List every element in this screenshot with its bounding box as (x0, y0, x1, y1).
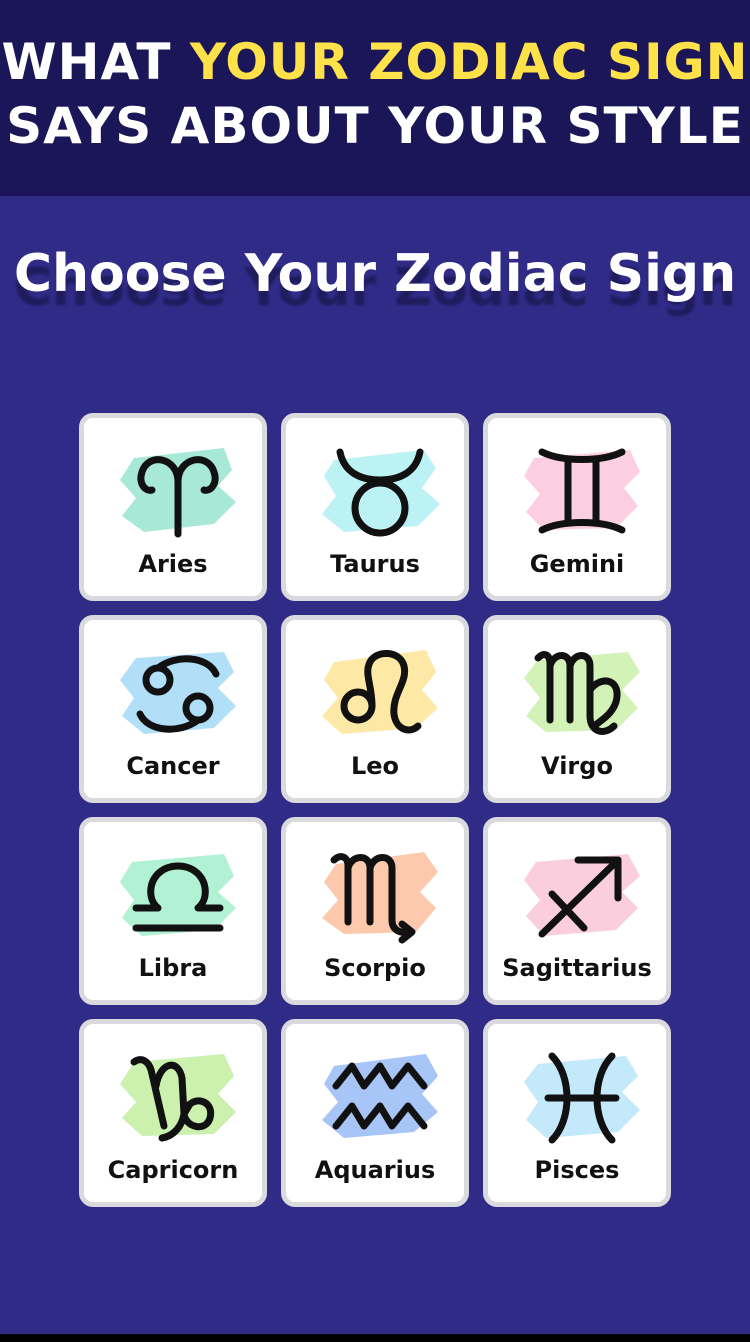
header-title-highlight: YOUR ZODIAC SIGN (189, 33, 749, 91)
sign-card-aquarius[interactable]: Aquarius (281, 1019, 469, 1207)
aquarius-icon (332, 1062, 428, 1130)
sign-label: Capricorn (107, 1156, 239, 1184)
leo-icon (340, 650, 422, 734)
sign-label: Pisces (534, 1156, 620, 1184)
sign-label: Aquarius (314, 1156, 436, 1184)
sign-label: Aries (138, 550, 208, 578)
sagittarius-icon (538, 856, 622, 938)
sign-label: Cancer (126, 752, 220, 780)
header-title-prefix: WHAT (1, 33, 190, 91)
sign-card-taurus[interactable]: Taurus (281, 413, 469, 601)
header-title-line-2: SAYS ABOUT YOUR STYLE (6, 97, 744, 155)
sign-card-libra[interactable]: Libra (79, 817, 267, 1005)
sign-card-leo[interactable]: Leo (281, 615, 469, 803)
sign-card-sagittarius[interactable]: Sagittarius (483, 817, 671, 1005)
sign-label: Gemini (529, 550, 625, 578)
taurus-icon (336, 448, 424, 537)
pisces-icon (544, 1052, 620, 1144)
sign-label: Sagittarius (502, 954, 652, 982)
sign-label: Virgo (541, 752, 613, 780)
choose-title-block: Choose Your Zodiac Sign Choose Your Zodi… (0, 238, 750, 318)
sign-label: Leo (350, 752, 400, 780)
header-banner: WHAT YOUR ZODIAC SIGN SAYS ABOUT YOUR ST… (0, 0, 750, 196)
sign-card-pisces[interactable]: Pisces (483, 1019, 671, 1207)
sign-card-gemini[interactable]: Gemini (483, 413, 671, 601)
sign-label: Taurus (330, 550, 420, 578)
sign-card-virgo[interactable]: Virgo (483, 615, 671, 803)
sign-card-scorpio[interactable]: Scorpio (281, 817, 469, 1005)
scorpio-icon (330, 853, 416, 944)
aries-icon (137, 456, 219, 538)
sign-card-aries[interactable]: Aries (79, 413, 267, 601)
capricorn-icon (130, 1056, 215, 1142)
gemini-icon (538, 448, 626, 534)
sign-label: Scorpio (324, 954, 426, 982)
bottom-edge-bar (0, 1334, 750, 1342)
sign-label: Libra (138, 954, 208, 982)
sign-card-capricorn[interactable]: Capricorn (79, 1019, 267, 1207)
libra-icon (132, 862, 224, 932)
choose-title: Choose Your Zodiac Sign (13, 244, 737, 304)
sign-card-cancer[interactable]: Cancer (79, 615, 267, 803)
virgo-icon (534, 651, 621, 735)
header-title-line-1: WHAT YOUR ZODIAC SIGN (0, 34, 750, 90)
cancer-icon (136, 655, 220, 733)
